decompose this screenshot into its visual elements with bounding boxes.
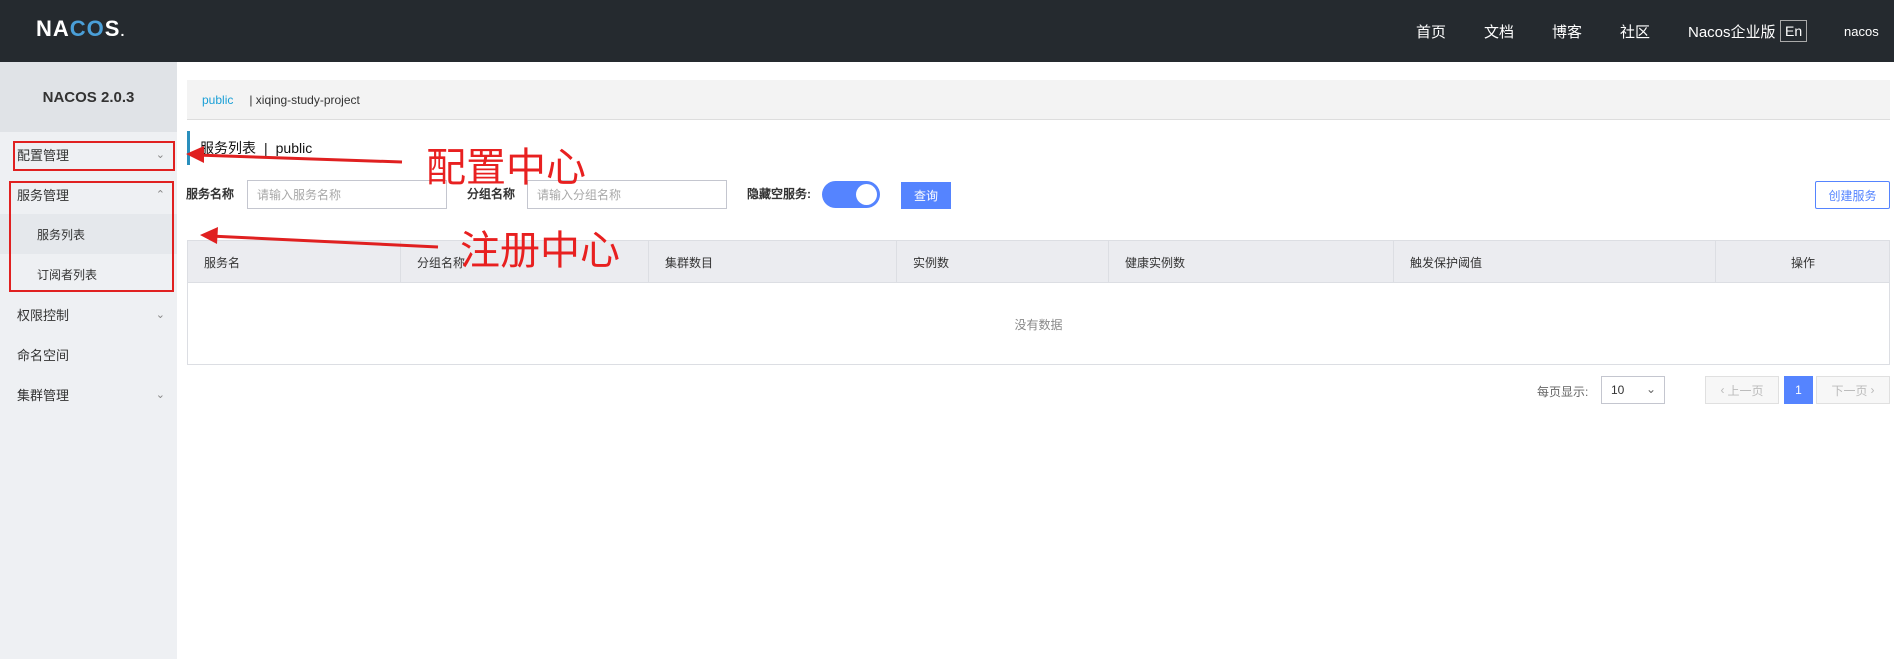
annotation-config-center: 配置中心 — [426, 145, 586, 191]
annotation-arrow-config — [195, 153, 403, 164]
annotation-arrows — [186, 146, 439, 249]
arrow-head-icon — [186, 146, 204, 163]
arrow-head-icon — [200, 227, 218, 244]
annotation-registry-center: 注册中心 — [460, 228, 620, 274]
annotation-arrow-registry — [209, 234, 439, 249]
